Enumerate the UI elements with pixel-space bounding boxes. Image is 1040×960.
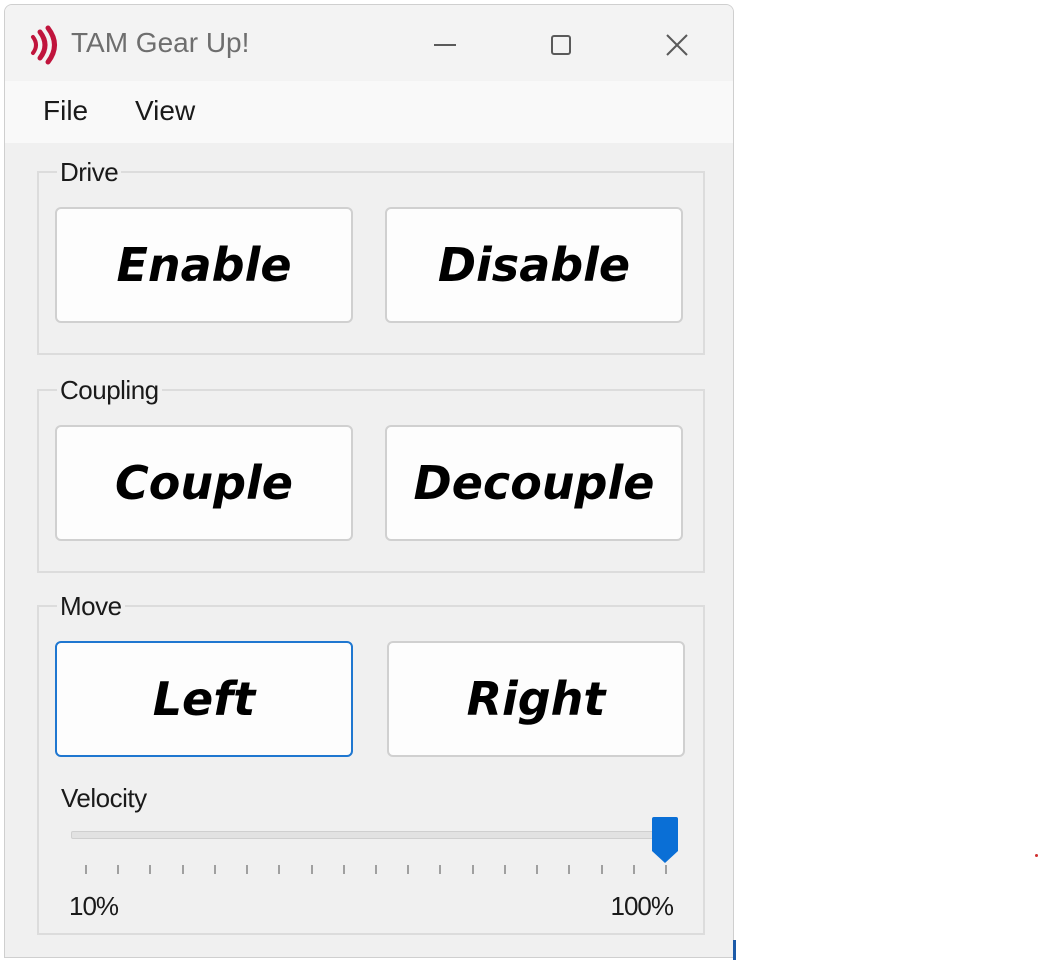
velocity-tick: [213, 865, 216, 874]
close-icon: [666, 34, 688, 56]
velocity-tick: [407, 865, 410, 874]
velocity-ticks: [71, 865, 671, 877]
window-edge-accent: [733, 940, 736, 960]
velocity-tick: [568, 865, 571, 874]
velocity-min-label: 10%: [69, 891, 119, 921]
velocity-tick: [471, 865, 474, 874]
velocity-slider-track[interactable]: [71, 831, 671, 839]
velocity-tick: [342, 865, 345, 874]
drive-group-label: Drive: [57, 157, 122, 188]
drive-group: Drive Enable Disable: [37, 157, 705, 355]
title-bar[interactable]: TAM Gear Up!: [5, 5, 733, 81]
velocity-tick: [536, 865, 539, 874]
maximize-icon: [551, 35, 571, 55]
velocity-tick: [600, 865, 603, 874]
disable-button[interactable]: Disable: [385, 207, 683, 323]
close-button[interactable]: [647, 21, 707, 69]
maximize-button[interactable]: [531, 21, 591, 69]
velocity-tick: [278, 865, 281, 874]
coupling-group-label: Coupling: [57, 375, 162, 406]
velocity-max-label: 100%: [610, 891, 674, 921]
velocity-slider-thumb[interactable]: [651, 817, 679, 865]
decouple-button[interactable]: Decouple: [385, 425, 683, 541]
coupling-group: Coupling Couple Decouple: [37, 375, 705, 573]
velocity-tick: [85, 865, 87, 874]
velocity-tick: [246, 865, 249, 874]
velocity-tick: [181, 865, 184, 874]
velocity-tick: [310, 865, 313, 874]
app-window: TAM Gear Up! File View Drive Enable Disa…: [4, 4, 734, 958]
left-button[interactable]: Left: [55, 641, 353, 757]
right-button[interactable]: Right: [387, 641, 685, 757]
velocity-tick: [375, 865, 377, 874]
menu-bar: File View: [5, 81, 733, 143]
menu-file[interactable]: File: [43, 95, 88, 127]
velocity-label: Velocity: [61, 783, 147, 813]
window-title: TAM Gear Up!: [71, 27, 250, 58]
velocity-tick: [632, 865, 635, 874]
velocity-tick: [665, 865, 667, 874]
move-group-label: Move: [57, 591, 125, 622]
tam-logo-icon: [31, 25, 57, 65]
minimize-button[interactable]: [415, 21, 475, 69]
velocity-tick: [149, 865, 152, 874]
velocity-tick: [117, 865, 120, 874]
minimize-icon: [434, 44, 456, 46]
couple-button[interactable]: Couple: [55, 425, 353, 541]
velocity-tick: [439, 865, 442, 874]
stray-dot: [1035, 854, 1038, 857]
velocity-tick: [503, 865, 506, 874]
move-group: Move Left Right Velocity 10% 100%: [37, 591, 705, 935]
menu-view[interactable]: View: [135, 95, 195, 127]
enable-button[interactable]: Enable: [55, 207, 353, 323]
